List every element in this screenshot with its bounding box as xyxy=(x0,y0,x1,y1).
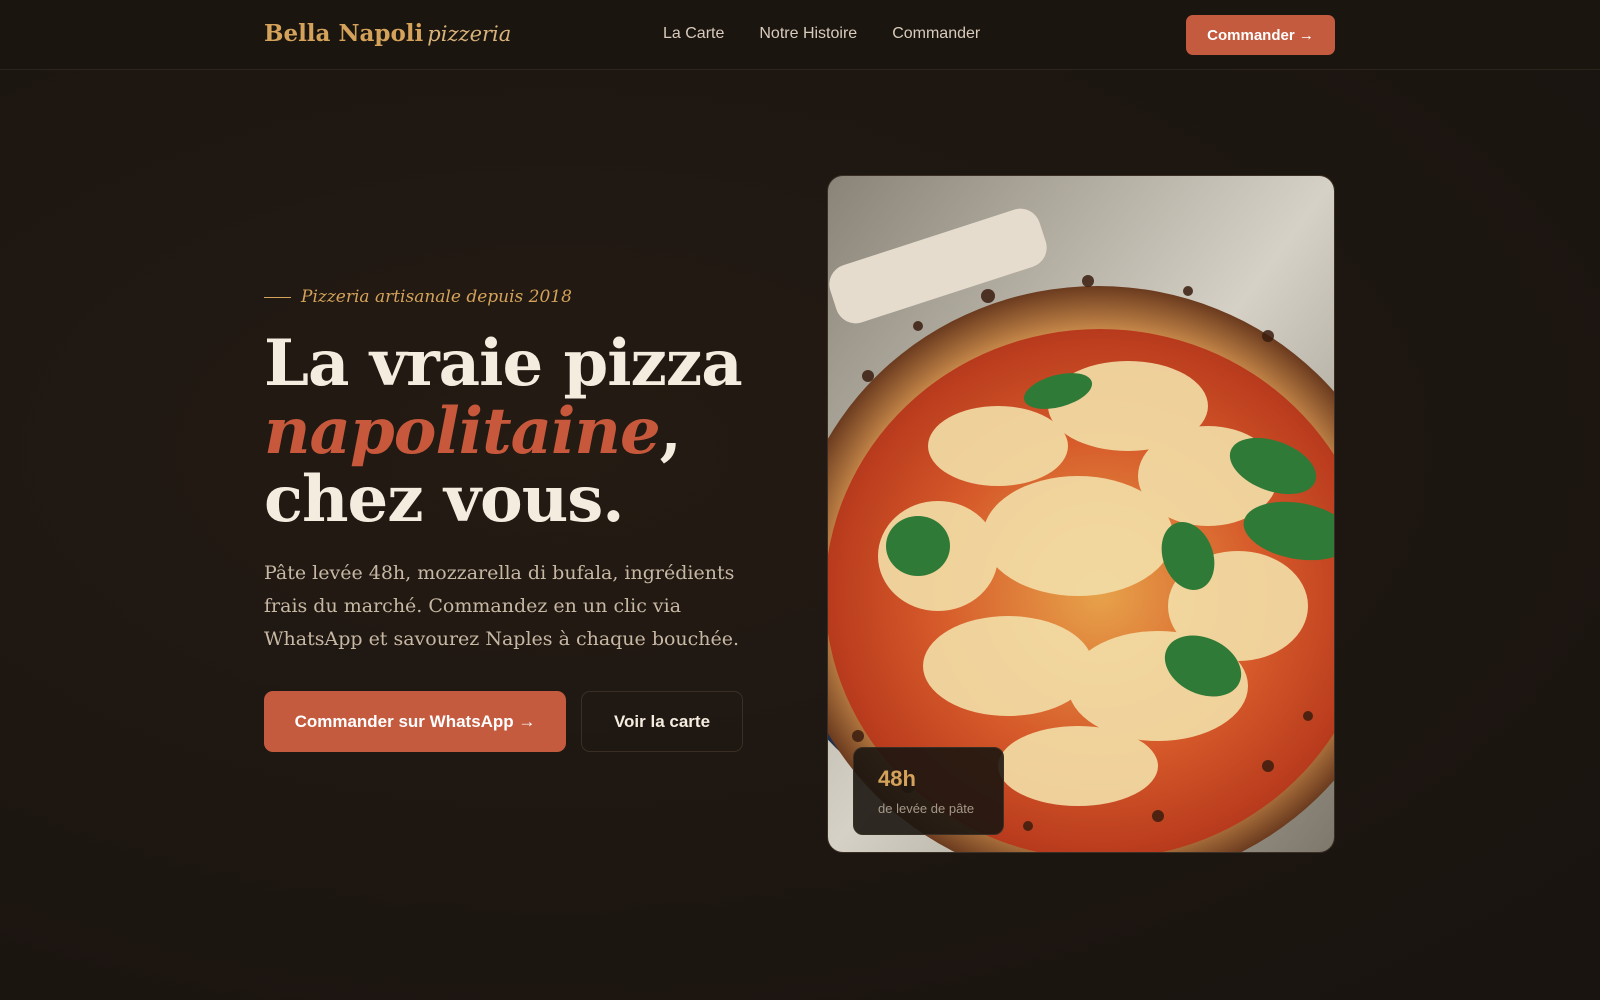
whatsapp-order-button[interactable]: Commander sur WhatsApp → xyxy=(264,691,566,752)
main-nav: La Carte Notre Histoire Commander xyxy=(663,25,980,43)
headline-accent: napolitaine xyxy=(264,394,661,469)
logo-sub: pizzeria xyxy=(427,22,512,46)
eyebrow-text: Pizzeria artisanale depuis 2018 xyxy=(301,287,572,307)
dough-stat-card: 48h de levée de pâte xyxy=(853,747,1004,835)
stat-label: de levée de pâte xyxy=(878,801,975,816)
logo[interactable]: Bella Napoli pizzeria xyxy=(264,20,511,47)
eyebrow-divider xyxy=(264,296,291,298)
stat-value: 48h xyxy=(878,766,916,791)
logo-name: Bella Napoli xyxy=(264,20,424,47)
nav-item-commander[interactable]: Commander xyxy=(892,25,980,43)
hero-description: Pâte levée 48h, mozzarella di bufala, in… xyxy=(264,562,740,650)
hero-headline: La vraie pizza napolitaine, chez vous. xyxy=(264,330,784,534)
site-header: Bella Napoli pizzeria La Carte Notre Hist… xyxy=(0,0,1600,70)
hero-eyebrow: Pizzeria artisanale depuis 2018 xyxy=(264,287,572,307)
view-menu-button[interactable]: Voir la carte xyxy=(581,691,743,752)
nav-item-la-carte[interactable]: La Carte xyxy=(663,25,724,43)
header-order-button[interactable]: Commander → xyxy=(1186,15,1335,55)
headline-start: La vraie pizza xyxy=(264,326,743,401)
nav-item-notre-histoire[interactable]: Notre Histoire xyxy=(759,25,857,43)
